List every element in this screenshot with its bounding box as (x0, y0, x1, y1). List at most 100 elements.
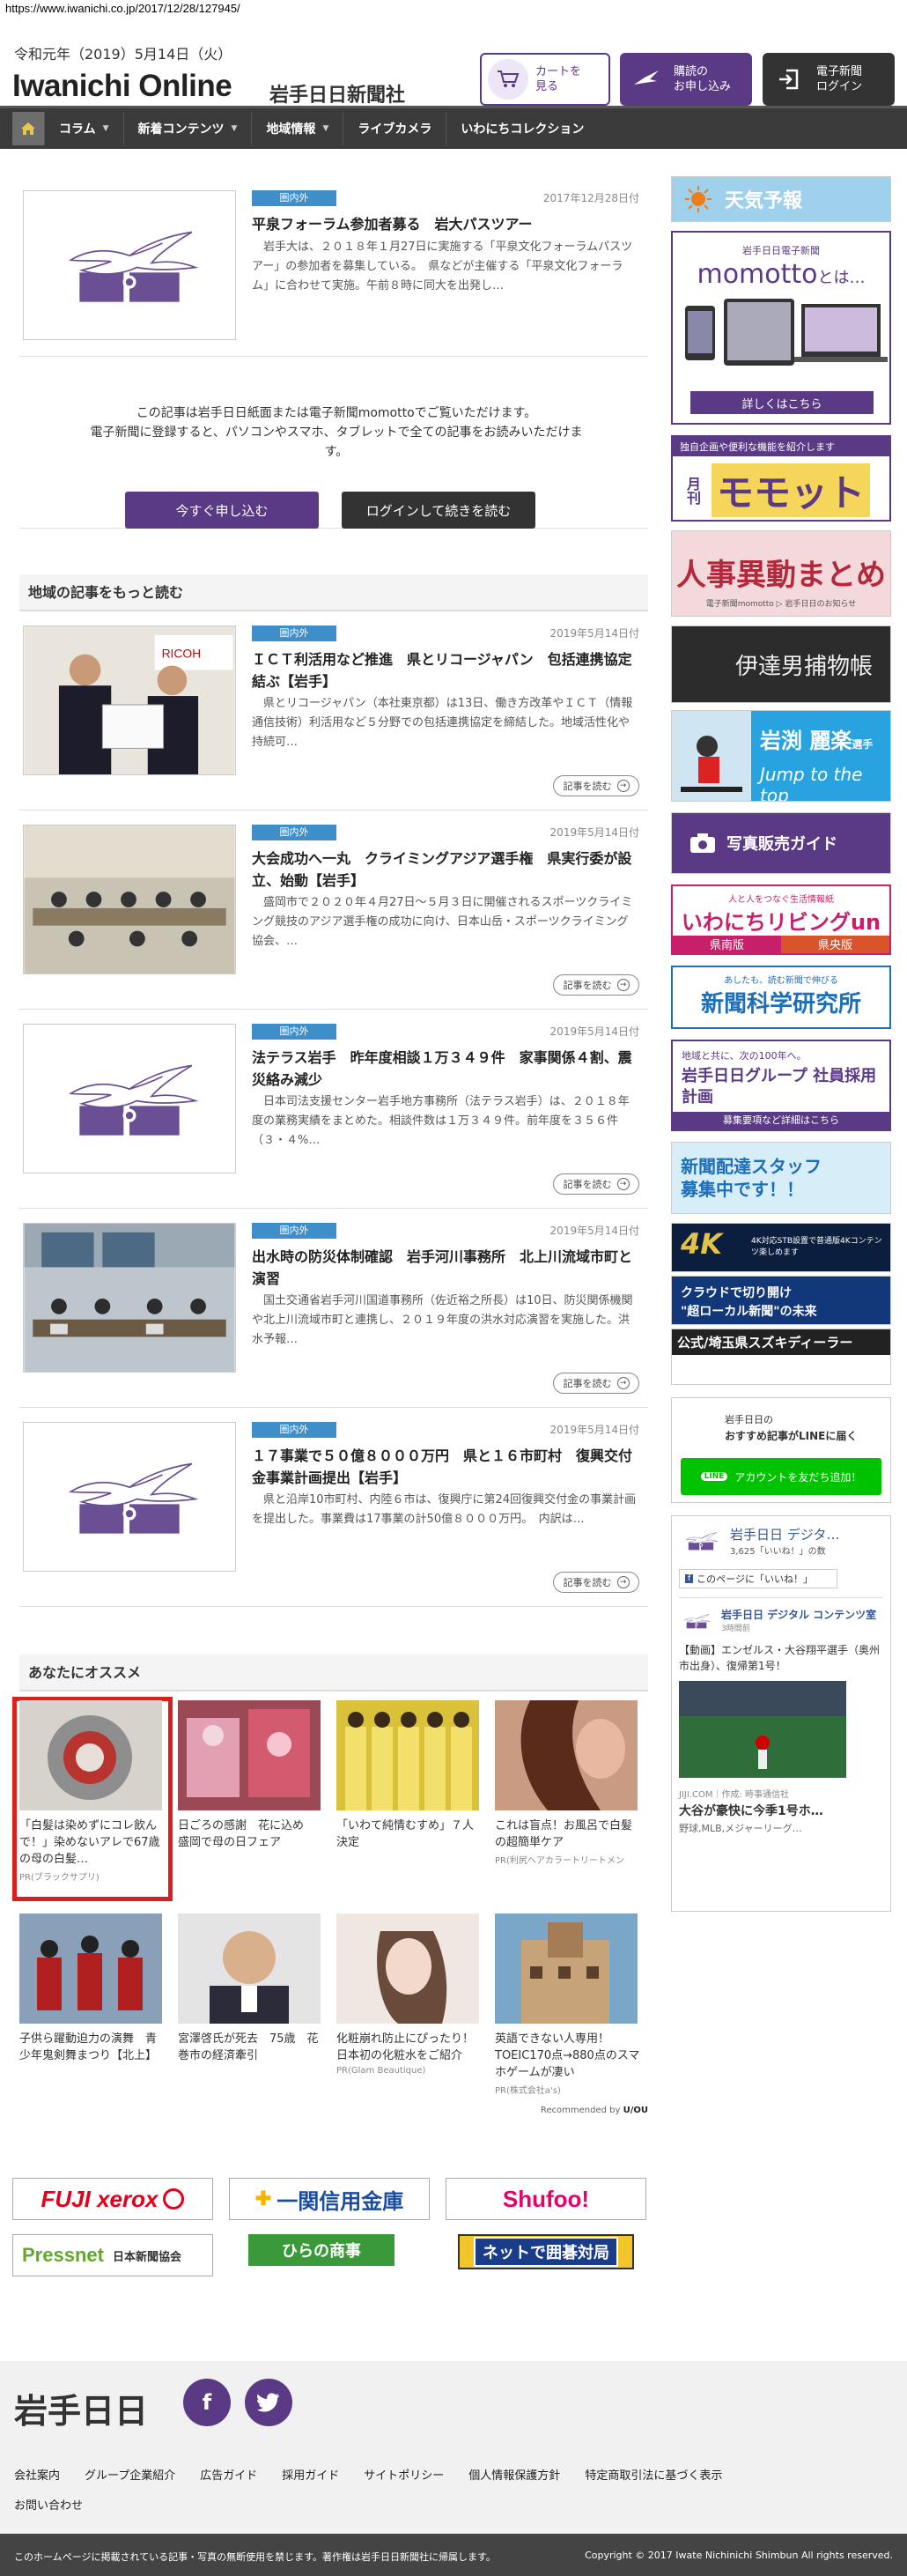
site-logo[interactable]: Iwanichi Online (12, 69, 232, 104)
baseball-photo[interactable] (679, 1681, 846, 1778)
group-link[interactable]: 募集要項など詳細はこちら (673, 1112, 889, 1129)
twitter-icon[interactable] (245, 2379, 292, 2426)
cart-button[interactable]: カートを 見る (480, 53, 610, 106)
fb-post-name[interactable]: 岩手日日 デジタル コンテンツ室 (721, 1607, 876, 1622)
footer-link[interactable]: お問い合わせ (14, 2499, 83, 2513)
article-title[interactable]: ＩＣＴ利活用など推進 県とリコージャパン 包括連携協定結ぶ【岩手】 (252, 648, 639, 692)
login-button[interactable]: 電子新聞 ログイン (763, 53, 895, 106)
article-thumbnail[interactable] (23, 190, 236, 340)
article-thumbnail[interactable] (23, 825, 236, 974)
haitatsu-label: 新聞配達スタッフ 募集中です！！ (681, 1156, 822, 1200)
recommend-image[interactable] (19, 1700, 162, 1810)
kagaku-banner[interactable]: あしたも、読む新聞で伸びる 新聞科学研究所 (671, 966, 891, 1029)
facebook-icon[interactable]: f (183, 2379, 231, 2426)
recommend-title[interactable]: これは盲点！お風呂で白髪の超簡単ケア (495, 1817, 641, 1851)
article-thumbnail[interactable] (23, 1422, 236, 1572)
footer-link[interactable]: 会社案内 (14, 2469, 60, 2483)
subscribe-button[interactable]: 購読の お申し込み (620, 53, 752, 106)
gekkan-momotto-banner[interactable]: 独自企画や便利な機能を紹介します 月刊 モモット (671, 435, 891, 522)
footer-logo[interactable]: 岩手日日 (14, 2384, 148, 2432)
ad-ichinoseki[interactable]: ✚ 一関信用金庫 (229, 2178, 430, 2220)
article-title[interactable]: 出水時の防災体制確認 岩手河川事務所 北上川流域市町と演習 (252, 1246, 639, 1290)
login-icon (769, 59, 809, 100)
momotto-link[interactable]: 詳しくはこちら (690, 391, 874, 414)
read-more-button[interactable]: 記事を読む → (553, 1572, 639, 1593)
jinji-title: 人事異動まとめ (676, 558, 886, 593)
read-more-button[interactable]: 記事を読む → (553, 1373, 639, 1394)
ad-shufoo[interactable]: Shufoo! (446, 2178, 646, 2220)
article-title[interactable]: 大会成功へ一丸 クライミングアジア選手権 県実行委が設立、始動【岩手】 (252, 848, 639, 892)
momotto-banner[interactable]: 岩手日日電子新聞 momottoとは… 詳しくはこちら (671, 231, 891, 425)
nav-collection[interactable]: いわにちコレクション (446, 112, 598, 145)
recommend-title[interactable]: 日ごろの感謝 花に込め 盛岡で母の日フェア (178, 1817, 324, 1851)
recommend-image[interactable] (336, 1700, 479, 1810)
footer-link[interactable]: 広告ガイド (200, 2469, 257, 2483)
footer-link[interactable]: サイトポリシー (364, 2469, 444, 2483)
fb-like-button[interactable]: f このページに「いいね！」 (679, 1569, 837, 1588)
recommend-image[interactable] (495, 1913, 638, 2024)
group-recruit-banner[interactable]: 地域と共に、次の100年へ。 岩手日日グループ 社員採用計画 募集要項など詳細は… (671, 1040, 891, 1131)
recommend-title[interactable]: 化粧崩れ防止にぴったり！日本初の化粧水をご紹介 (336, 2031, 483, 2064)
jinji-banner[interactable]: 人事異動まとめ 電子新聞momotto ▷ 岩手日日のお知らせ (671, 530, 891, 617)
recommend-title[interactable]: 「いわて純情むすめ」７人決定 (336, 1817, 483, 1851)
recommend-image[interactable] (336, 1913, 479, 2024)
recommend-item[interactable]: 子供ら躍動迫力の演舞 青少年鬼剣舞まつり【北上】 (19, 1913, 166, 2066)
article-title[interactable]: １７事業で５０億８０００万円 県と１６市町村 復興交付金事業計画提出【岩手】 (252, 1445, 639, 1489)
living-south[interactable]: 県南版 (673, 936, 781, 953)
ad-igo[interactable]: ネットで囲碁対局 (458, 2234, 634, 2269)
weather-banner[interactable]: 天気予報 (671, 176, 891, 222)
recommend-image[interactable] (495, 1700, 638, 1810)
footer-link[interactable]: グループ企業紹介 (85, 2469, 175, 2483)
footer-link[interactable]: 個人情報保護方針 (468, 2469, 560, 2483)
recommend-item[interactable]: 化粧崩れ防止にぴったり！日本初の化粧水をご紹介 PR(Glam Beautiqu… (336, 1913, 483, 2076)
recommend-item[interactable]: 「白髪は染めずにコレ飲んで！」染めないアレで67歳の母の白髪… PR(ブラックサ… (19, 1700, 166, 1883)
suzuki-banner[interactable]: 公式/埼玉県スズキディーラー (671, 1329, 891, 1385)
living-central[interactable]: 県央版 (781, 936, 889, 953)
read-more-button[interactable]: 記事を読む → (553, 775, 639, 796)
date-torimono-banner[interactable]: 伊達男捕物帳 (671, 625, 891, 703)
paywall-subscribe-button[interactable]: 今すぐ申し込む (125, 492, 319, 529)
home-icon[interactable] (12, 112, 44, 145)
article-title[interactable]: 法テラス岩手 昨年度相談１万３４９件 家事関係４割、震災絡み減少 (252, 1047, 639, 1091)
read-more-button[interactable]: 記事を読む → (553, 1173, 639, 1195)
haitatsu-banner[interactable]: 新聞配達スタッフ 募集中です！！ (671, 1142, 891, 1214)
tv4k-banner[interactable]: 4K 4K対応STB設置で普通版4Kコンテンツ楽しめます (671, 1223, 891, 1272)
recommend-title[interactable]: 子供ら躍動迫力の演舞 青少年鬼剣舞まつり【北上】 (19, 2031, 166, 2064)
read-more-button[interactable]: 記事を読む → (553, 974, 639, 996)
recommend-title[interactable]: 「白髪は染めずにコレ飲んで！」染めないアレで67歳の母の白髪… (19, 1817, 166, 1868)
cloud-banner[interactable]: クラウドで切り開け "超ローカル新聞"の未来 (671, 1276, 891, 1325)
article-thumbnail[interactable] (23, 1024, 236, 1173)
recommend-image[interactable] (178, 1913, 321, 2024)
recommend-item[interactable]: 「いわて純情むすめ」７人決定 (336, 1700, 483, 1853)
recommend-image[interactable] (19, 1913, 162, 2024)
fb-link-title[interactable]: 大谷が豪快に今季1号ホ… (679, 1802, 883, 1819)
recommend-credit-label: Recommended by (540, 2106, 621, 2115)
recommend-image[interactable] (178, 1700, 321, 1810)
nav-new-content[interactable]: 新着コンテンツ ▼ (122, 112, 252, 145)
recommend-item[interactable]: 宮澤啓氏が死去 75歳 花巻市の経済牽引 (178, 1913, 324, 2066)
line-add-button[interactable]: LINE アカウントを友だち追加！ (681, 1458, 881, 1495)
living-banner[interactable]: 人と人をつなぐ生活情報紙 いわにちリビングun 県南版 県央版 (671, 885, 891, 955)
footer-link[interactable]: 特定商取引法に基づく表示 (585, 2469, 722, 2483)
article-thumbnail[interactable] (23, 1223, 236, 1373)
ad-pressnet[interactable]: Pressnet 日本新聞協会 (12, 2234, 213, 2276)
footer-link[interactable]: 採用ガイド (282, 2469, 339, 2483)
photo-sales-banner[interactable]: 写真販売ガイド (671, 812, 891, 874)
iwabuchi-banner[interactable]: 岩渕 麗楽選手 Jump to the top (671, 710, 891, 802)
line-banner[interactable]: 岩手日日の おすすめ記事がLINEに届く LINE アカウントを友だち追加！ (671, 1397, 891, 1503)
recommend-title[interactable]: 英語できない人専用！TOEIC170点→880点のスマホゲームが凄い (495, 2031, 641, 2081)
recommend-item[interactable]: これは盲点！お風呂で白髪の超簡単ケア PR(利尻ヘアカラートリートメン (495, 1700, 641, 1866)
ad-hirano[interactable]: ひらの商事 (248, 2234, 395, 2266)
paywall-login-button[interactable]: ログインして続きを読む (342, 492, 535, 529)
nav-live-camera[interactable]: ライブカメラ (343, 112, 446, 145)
ad-fujixerox[interactable]: FUJI xerox (12, 2178, 213, 2220)
nav-region[interactable]: 地域情報 ▼ (251, 112, 343, 145)
recommend-item[interactable]: 日ごろの感謝 花に込め 盛岡で母の日フェア (178, 1700, 324, 1853)
recommend-item[interactable]: 英語できない人専用！TOEIC170点→880点のスマホゲームが凄い PR(株式… (495, 1913, 641, 2096)
fb-page-name[interactable]: 岩手日日 デジタ… (730, 1525, 839, 1543)
nav-column[interactable]: コラム ▼ (44, 112, 123, 145)
recommend-title[interactable]: 宮澤啓氏が死去 75歳 花巻市の経済牽引 (178, 2031, 324, 2064)
gekkan-label: 月刊 (684, 476, 701, 505)
article-title[interactable]: 平泉フォーラム参加者募る 岩大パスツアー (252, 213, 639, 235)
article-thumbnail[interactable]: RICOH (23, 625, 236, 775)
